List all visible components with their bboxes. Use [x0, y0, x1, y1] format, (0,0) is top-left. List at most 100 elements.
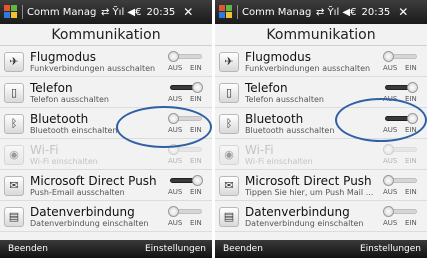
toggle-on-label: EIN	[405, 157, 417, 165]
screen-before: Comm Manage ⇄ Ỹıl ◀€ 20:35 ✕ Kommunikati…	[0, 0, 212, 258]
title-separator	[22, 5, 23, 19]
toggle-switch[interactable]: AUS EIN	[383, 82, 419, 104]
setting-title: Bluetooth	[245, 112, 304, 126]
setting-subtitle: Datenverbindung einschalten	[30, 219, 149, 228]
wifi-icon: ◉	[219, 145, 239, 165]
setting-row-wifi: ◉ Wi-Fi Wi-Fi einschalten AUS EIN	[215, 140, 427, 170]
push-mail-icon: ✉	[4, 176, 24, 196]
setting-subtitle: Wi-Fi einschalten	[245, 157, 313, 166]
app-title: Comm Manage	[242, 6, 312, 18]
einstellungen-softkey[interactable]: Einstellungen	[360, 240, 421, 258]
setting-subtitle: Telefon ausschalten	[30, 95, 109, 104]
beenden-softkey[interactable]: Beenden	[223, 240, 263, 258]
toggle-off-label: AUS	[383, 64, 398, 72]
toggle-switch[interactable]: AUS EIN	[383, 51, 419, 73]
airplane-icon: ✈	[219, 52, 239, 72]
toggle-off-label: AUS	[168, 219, 183, 227]
signal-status-icons[interactable]: ⇄ Ỹıl ◀€	[101, 7, 141, 18]
setting-subtitle: Bluetooth einschalten	[30, 126, 118, 135]
data-connection-icon: ▤	[4, 207, 24, 227]
setting-row-direct-push[interactable]: ✉ Microsoft Direct Push Tippen Sie hier,…	[215, 171, 427, 201]
toggle-off-label: AUS	[383, 219, 398, 227]
einstellungen-softkey[interactable]: Einstellungen	[145, 240, 206, 258]
signal-status-icons[interactable]: ⇄ Ỹıl ◀€	[316, 7, 356, 18]
setting-row-flugmodus[interactable]: ✈ Flugmodus Funkverbindungen ausschalten…	[215, 47, 427, 77]
setting-row-telefon[interactable]: ▯ Telefon Telefon ausschalten AUS EIN	[0, 78, 212, 108]
page-title: Kommunikation	[0, 24, 212, 46]
toggle-on-label: EIN	[190, 95, 202, 103]
setting-row-bluetooth[interactable]: ᛒ Bluetooth Bluetooth einschalten AUS EIN	[0, 109, 212, 139]
setting-subtitle: Funkverbindungen ausschalten	[245, 64, 371, 73]
windows-start-icon[interactable]	[219, 5, 233, 19]
setting-title: Telefon	[245, 81, 288, 95]
toggle-off-label: AUS	[168, 95, 183, 103]
title-bar: Comm Manage ⇄ Ỹıl ◀€ 20:35 ✕	[0, 0, 212, 24]
toggle-off-label: AUS	[383, 126, 398, 134]
page-title: Kommunikation	[215, 24, 427, 46]
push-mail-icon: ✉	[219, 176, 239, 196]
toggle-off-label: AUS	[383, 188, 398, 196]
toggle-on-label: EIN	[190, 157, 202, 165]
setting-row-direct-push[interactable]: ✉ Microsoft Direct Push Push-Email aussc…	[0, 171, 212, 201]
setting-row-wifi: ◉ Wi-Fi Wi-Fi einschalten AUS EIN	[0, 140, 212, 170]
setting-title: Datenverbindung	[245, 205, 350, 219]
toggle-switch[interactable]: AUS EIN	[168, 175, 204, 197]
setting-subtitle: Wi-Fi einschalten	[30, 157, 98, 166]
title-separator	[237, 5, 238, 19]
toggle-off-label: AUS	[168, 126, 183, 134]
setting-title: Flugmodus	[245, 50, 311, 64]
clock[interactable]: 20:35	[146, 7, 175, 18]
clock[interactable]: 20:35	[361, 7, 390, 18]
soft-key-bar: Beenden Einstellungen	[215, 240, 427, 258]
airplane-icon: ✈	[4, 52, 24, 72]
phone-icon: ▯	[4, 83, 24, 103]
toggle-switch[interactable]: AUS EIN	[383, 206, 419, 228]
toggle-switch[interactable]: AUS EIN	[383, 113, 419, 135]
setting-row-telefon[interactable]: ▯ Telefon Telefon ausschalten AUS EIN	[215, 78, 427, 108]
toggle-switch: AUS EIN	[168, 144, 204, 166]
setting-row-datenverbindung[interactable]: ▤ Datenverbindung Datenverbindung einsch…	[215, 202, 427, 232]
toggle-on-label: EIN	[190, 188, 202, 196]
toggle-off-label: AUS	[383, 95, 398, 103]
setting-row-flugmodus[interactable]: ✈ Flugmodus Funkverbindungen ausschalten…	[0, 47, 212, 77]
toggle-on-label: EIN	[190, 219, 202, 227]
close-icon[interactable]: ✕	[183, 5, 193, 19]
setting-subtitle: Bluetooth ausschalten	[245, 126, 335, 135]
toggle-switch[interactable]: AUS EIN	[168, 113, 204, 135]
close-icon[interactable]: ✕	[398, 5, 408, 19]
screen-after: Comm Manage ⇄ Ỹıl ◀€ 20:35 ✕ Kommunikati…	[215, 0, 427, 258]
setting-title: Telefon	[30, 81, 73, 95]
data-connection-icon: ▤	[219, 207, 239, 227]
toggle-switch[interactable]: AUS EIN	[168, 51, 204, 73]
setting-subtitle: Datenverbindung einschalten	[245, 219, 364, 228]
toggle-on-label: EIN	[405, 64, 417, 72]
setting-title: Datenverbindung	[30, 205, 135, 219]
bluetooth-icon: ᛒ	[219, 114, 239, 134]
wifi-icon: ◉	[4, 145, 24, 165]
toggle-switch[interactable]: AUS EIN	[168, 206, 204, 228]
toggle-off-label: AUS	[168, 64, 183, 72]
toggle-on-label: EIN	[405, 95, 417, 103]
soft-key-bar: Beenden Einstellungen	[0, 240, 212, 258]
setting-title: Flugmodus	[30, 50, 96, 64]
phone-icon: ▯	[219, 83, 239, 103]
setting-subtitle: Telefon ausschalten	[245, 95, 324, 104]
app-title: Comm Manage	[27, 6, 97, 18]
toggle-switch: AUS EIN	[383, 144, 419, 166]
toggle-on-label: EIN	[405, 188, 417, 196]
toggle-on-label: EIN	[190, 126, 202, 134]
toggle-switch[interactable]: AUS EIN	[383, 175, 419, 197]
setting-title: Bluetooth	[30, 112, 89, 126]
windows-start-icon[interactable]	[4, 5, 18, 19]
setting-row-bluetooth[interactable]: ᛒ Bluetooth Bluetooth ausschalten AUS EIN	[215, 109, 427, 139]
setting-title: Microsoft Direct Push	[30, 174, 157, 188]
toggle-on-label: EIN	[405, 126, 417, 134]
toggle-off-label: AUS	[168, 188, 183, 196]
bluetooth-icon: ᛒ	[4, 114, 24, 134]
toggle-off-label: AUS	[168, 157, 183, 165]
setting-subtitle: Push-Email ausschalten	[30, 188, 125, 197]
setting-row-datenverbindung[interactable]: ▤ Datenverbindung Datenverbindung einsch…	[0, 202, 212, 232]
toggle-on-label: EIN	[405, 219, 417, 227]
toggle-switch[interactable]: AUS EIN	[168, 82, 204, 104]
beenden-softkey[interactable]: Beenden	[8, 240, 48, 258]
